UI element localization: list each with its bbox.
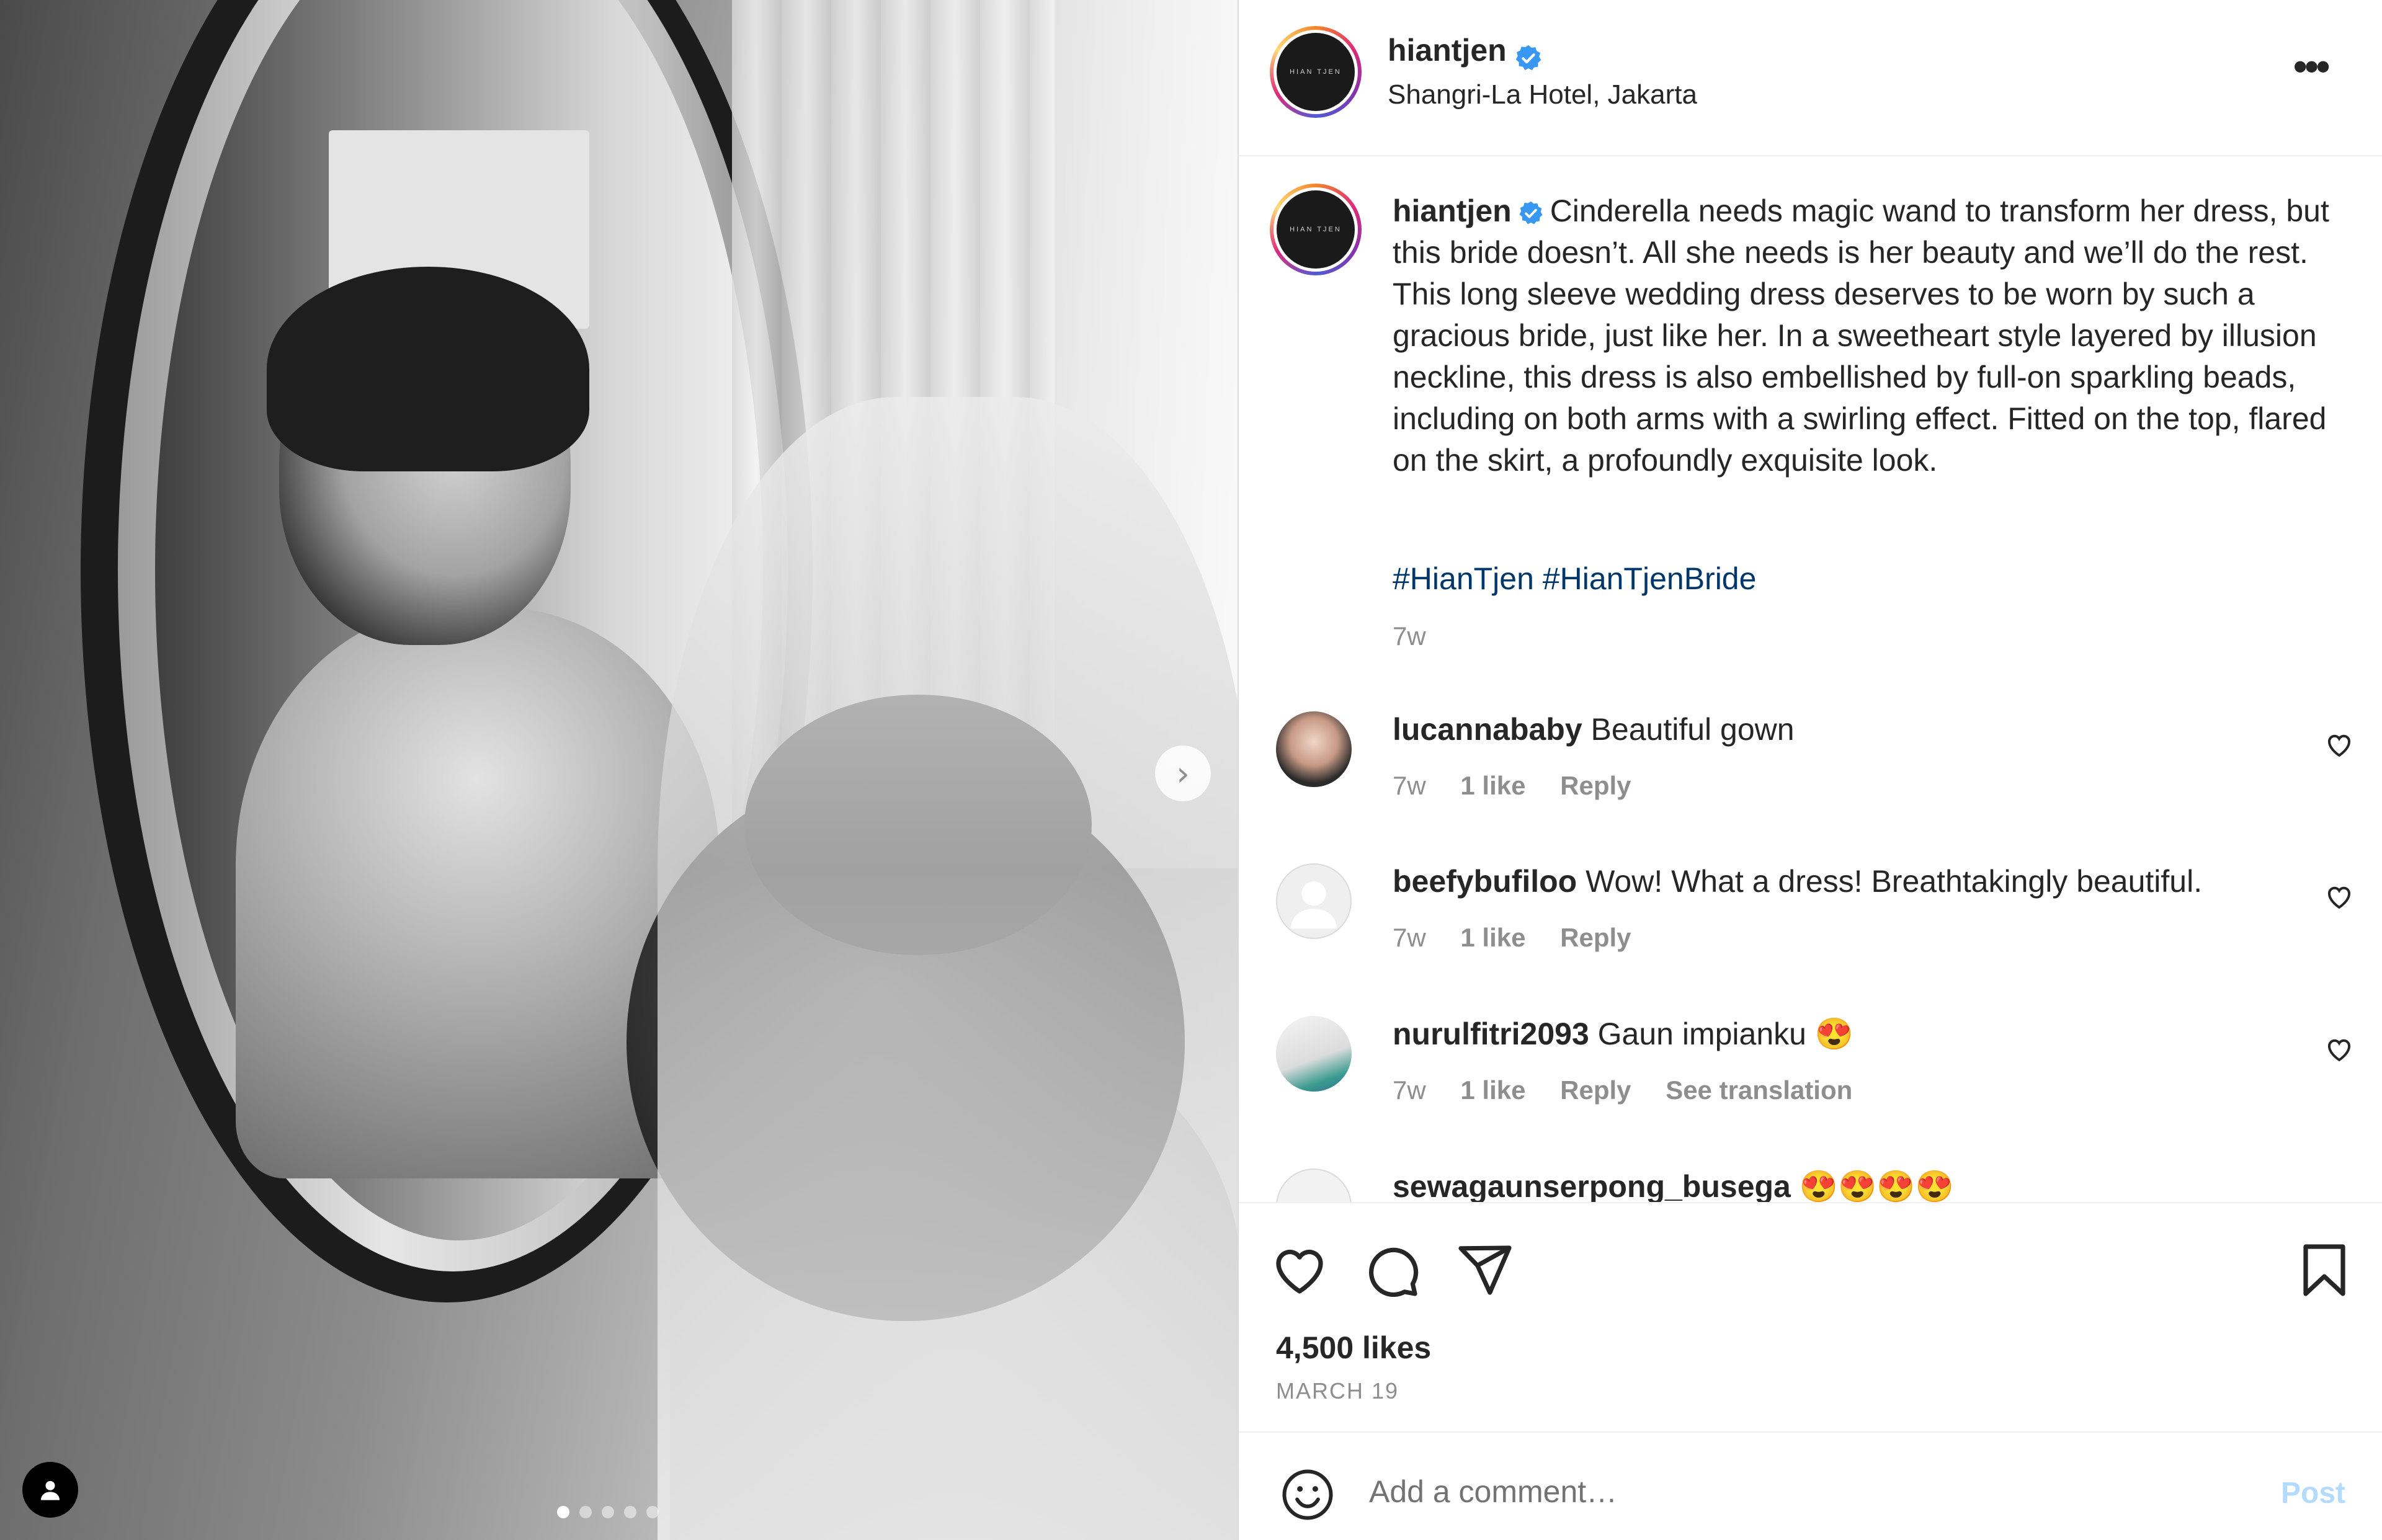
comment-body: Wow! What a dress! Breathtakingly beauti… xyxy=(1586,864,2203,899)
caption-text: Cinderella needs magic wand to transform… xyxy=(1393,194,2329,478)
comment-item: nurulfitri2093 Gaun impianku 😍 7w 1 like… xyxy=(1239,1016,2382,1140)
user-silhouette-icon xyxy=(41,1480,60,1500)
add-comment-bar: Post xyxy=(1239,1431,2382,1540)
more-options-icon[interactable]: ••• xyxy=(2293,43,2330,89)
commenter-avatar[interactable] xyxy=(1276,711,1352,787)
post-header: HIAN TJEN hiantjen Shangri-La Hotel, Jak… xyxy=(1239,0,2382,156)
next-slide-button[interactable]: › xyxy=(1155,746,1211,801)
commenter-avatar[interactable] xyxy=(1276,1016,1352,1092)
reflection-hair xyxy=(267,267,589,471)
comment-text: lucannababy Beautiful gown xyxy=(1393,711,1795,747)
comment-text: beefybufiloo Wow! What a dress! Breathta… xyxy=(1393,863,2202,899)
post-actions: 4,500 likes MARCH 19 xyxy=(1239,1202,2382,1431)
avatar-border: HIAN TJEN xyxy=(1274,187,1358,272)
heart-icon[interactable] xyxy=(2324,882,2354,912)
reply-button[interactable]: Reply xyxy=(1560,1075,1631,1105)
comments-scroll-area[interactable]: HIAN TJEN hiantjen Cinderella needs magi… xyxy=(1239,158,2382,1202)
comment-text: sewagaunserpong_busega 😍😍😍😍 xyxy=(1393,1168,1954,1202)
brand-logo: HIAN TJEN xyxy=(1277,190,1355,269)
comment-item: beefybufiloo Wow! What a dress! Breathta… xyxy=(1239,863,2382,987)
comment-bubble-icon[interactable] xyxy=(1362,1240,1421,1300)
carousel-dot xyxy=(557,1506,569,1518)
brand-logo: HIAN TJEN xyxy=(1277,33,1355,111)
bride-veil xyxy=(658,397,1238,1540)
default-avatar-icon xyxy=(1291,881,1337,929)
comment-body: Gaun impianku 😍 xyxy=(1597,1017,1854,1051)
heart-icon[interactable] xyxy=(2324,730,2354,760)
caption-username[interactable]: hiantjen xyxy=(1393,194,1512,228)
comment-meta: 7w 1 like Reply See translation xyxy=(1393,1075,1880,1105)
carousel-indicator xyxy=(557,1506,659,1518)
comment-item: lucannababy Beautiful gown 7w 1 like Rep… xyxy=(1239,711,2382,835)
smiley-icon[interactable] xyxy=(1280,1467,1336,1523)
comment-input[interactable] xyxy=(1369,1464,2206,1520)
like-count[interactable]: 4,500 likes xyxy=(1276,1330,1431,1366)
caption-author-avatar[interactable]: HIAN TJEN xyxy=(1270,184,1362,275)
see-translation-button[interactable]: See translation xyxy=(1666,1075,1852,1105)
commenter-username[interactable]: lucannababy xyxy=(1393,712,1582,747)
tagged-users-button[interactable] xyxy=(22,1462,78,1518)
carousel-dot xyxy=(646,1506,659,1518)
carousel-dot xyxy=(602,1506,614,1518)
author-name-row: hiantjen xyxy=(1388,32,1543,73)
comment-age[interactable]: 7w xyxy=(1393,1075,1426,1105)
comment-body: Beautiful gown xyxy=(1590,712,1795,747)
comment-meta: 7w 1 like Reply xyxy=(1393,923,1659,953)
comment-text: nurulfitri2093 Gaun impianku 😍 xyxy=(1393,1016,1853,1053)
comment-likes[interactable]: 1 like xyxy=(1460,771,1525,800)
author-username[interactable]: hiantjen xyxy=(1388,33,1507,68)
comment-body: 😍😍😍😍 xyxy=(1799,1169,1954,1202)
comment-age[interactable]: 7w xyxy=(1393,923,1426,952)
caption-hashtags[interactable]: #HianTjen #HianTjenBride xyxy=(1393,561,1756,597)
heart-icon[interactable] xyxy=(1270,1240,1329,1300)
post-details-panel: HIAN TJEN hiantjen Shangri-La Hotel, Jak… xyxy=(1238,0,2382,1540)
commenter-avatar[interactable] xyxy=(1276,863,1352,939)
post-image[interactable]: › xyxy=(0,0,1238,1540)
avatar-border: HIAN TJEN xyxy=(1274,30,1358,114)
paper-plane-icon[interactable] xyxy=(1455,1240,1514,1300)
commenter-avatar[interactable] xyxy=(1276,1168,1352,1202)
verified-badge-icon xyxy=(1519,201,1543,225)
reply-button[interactable]: Reply xyxy=(1560,771,1631,800)
post-comment-button[interactable]: Post xyxy=(2281,1476,2345,1510)
caption-timestamp[interactable]: 7w xyxy=(1393,621,1426,651)
reply-button[interactable]: Reply xyxy=(1560,923,1631,952)
post-caption: hiantjen Cinderella needs magic wand to … xyxy=(1393,190,2335,481)
carousel-dot xyxy=(579,1506,592,1518)
heart-icon[interactable] xyxy=(2324,1035,2354,1064)
carousel-dot xyxy=(624,1506,636,1518)
comment-likes[interactable]: 1 like xyxy=(1460,923,1525,952)
comment-age[interactable]: 7w xyxy=(1393,771,1426,800)
bookmark-icon[interactable] xyxy=(2295,1240,2354,1300)
chevron-right-icon: › xyxy=(1176,754,1190,793)
commenter-username[interactable]: nurulfitri2093 xyxy=(1393,1017,1589,1051)
commenter-username[interactable]: sewagaunserpong_busega xyxy=(1393,1169,1791,1202)
post-date[interactable]: MARCH 19 xyxy=(1276,1378,1399,1404)
verified-badge-icon xyxy=(1515,45,1541,70)
comment-item: sewagaunserpong_busega 😍😍😍😍 xyxy=(1239,1168,2382,1202)
post-location[interactable]: Shangri-La Hotel, Jakarta xyxy=(1388,79,1697,110)
comment-meta: 7w 1 like Reply xyxy=(1393,771,1659,801)
comment-likes[interactable]: 1 like xyxy=(1460,1075,1525,1105)
author-avatar[interactable]: HIAN TJEN xyxy=(1270,26,1362,118)
commenter-username[interactable]: beefybufiloo xyxy=(1393,864,1577,899)
